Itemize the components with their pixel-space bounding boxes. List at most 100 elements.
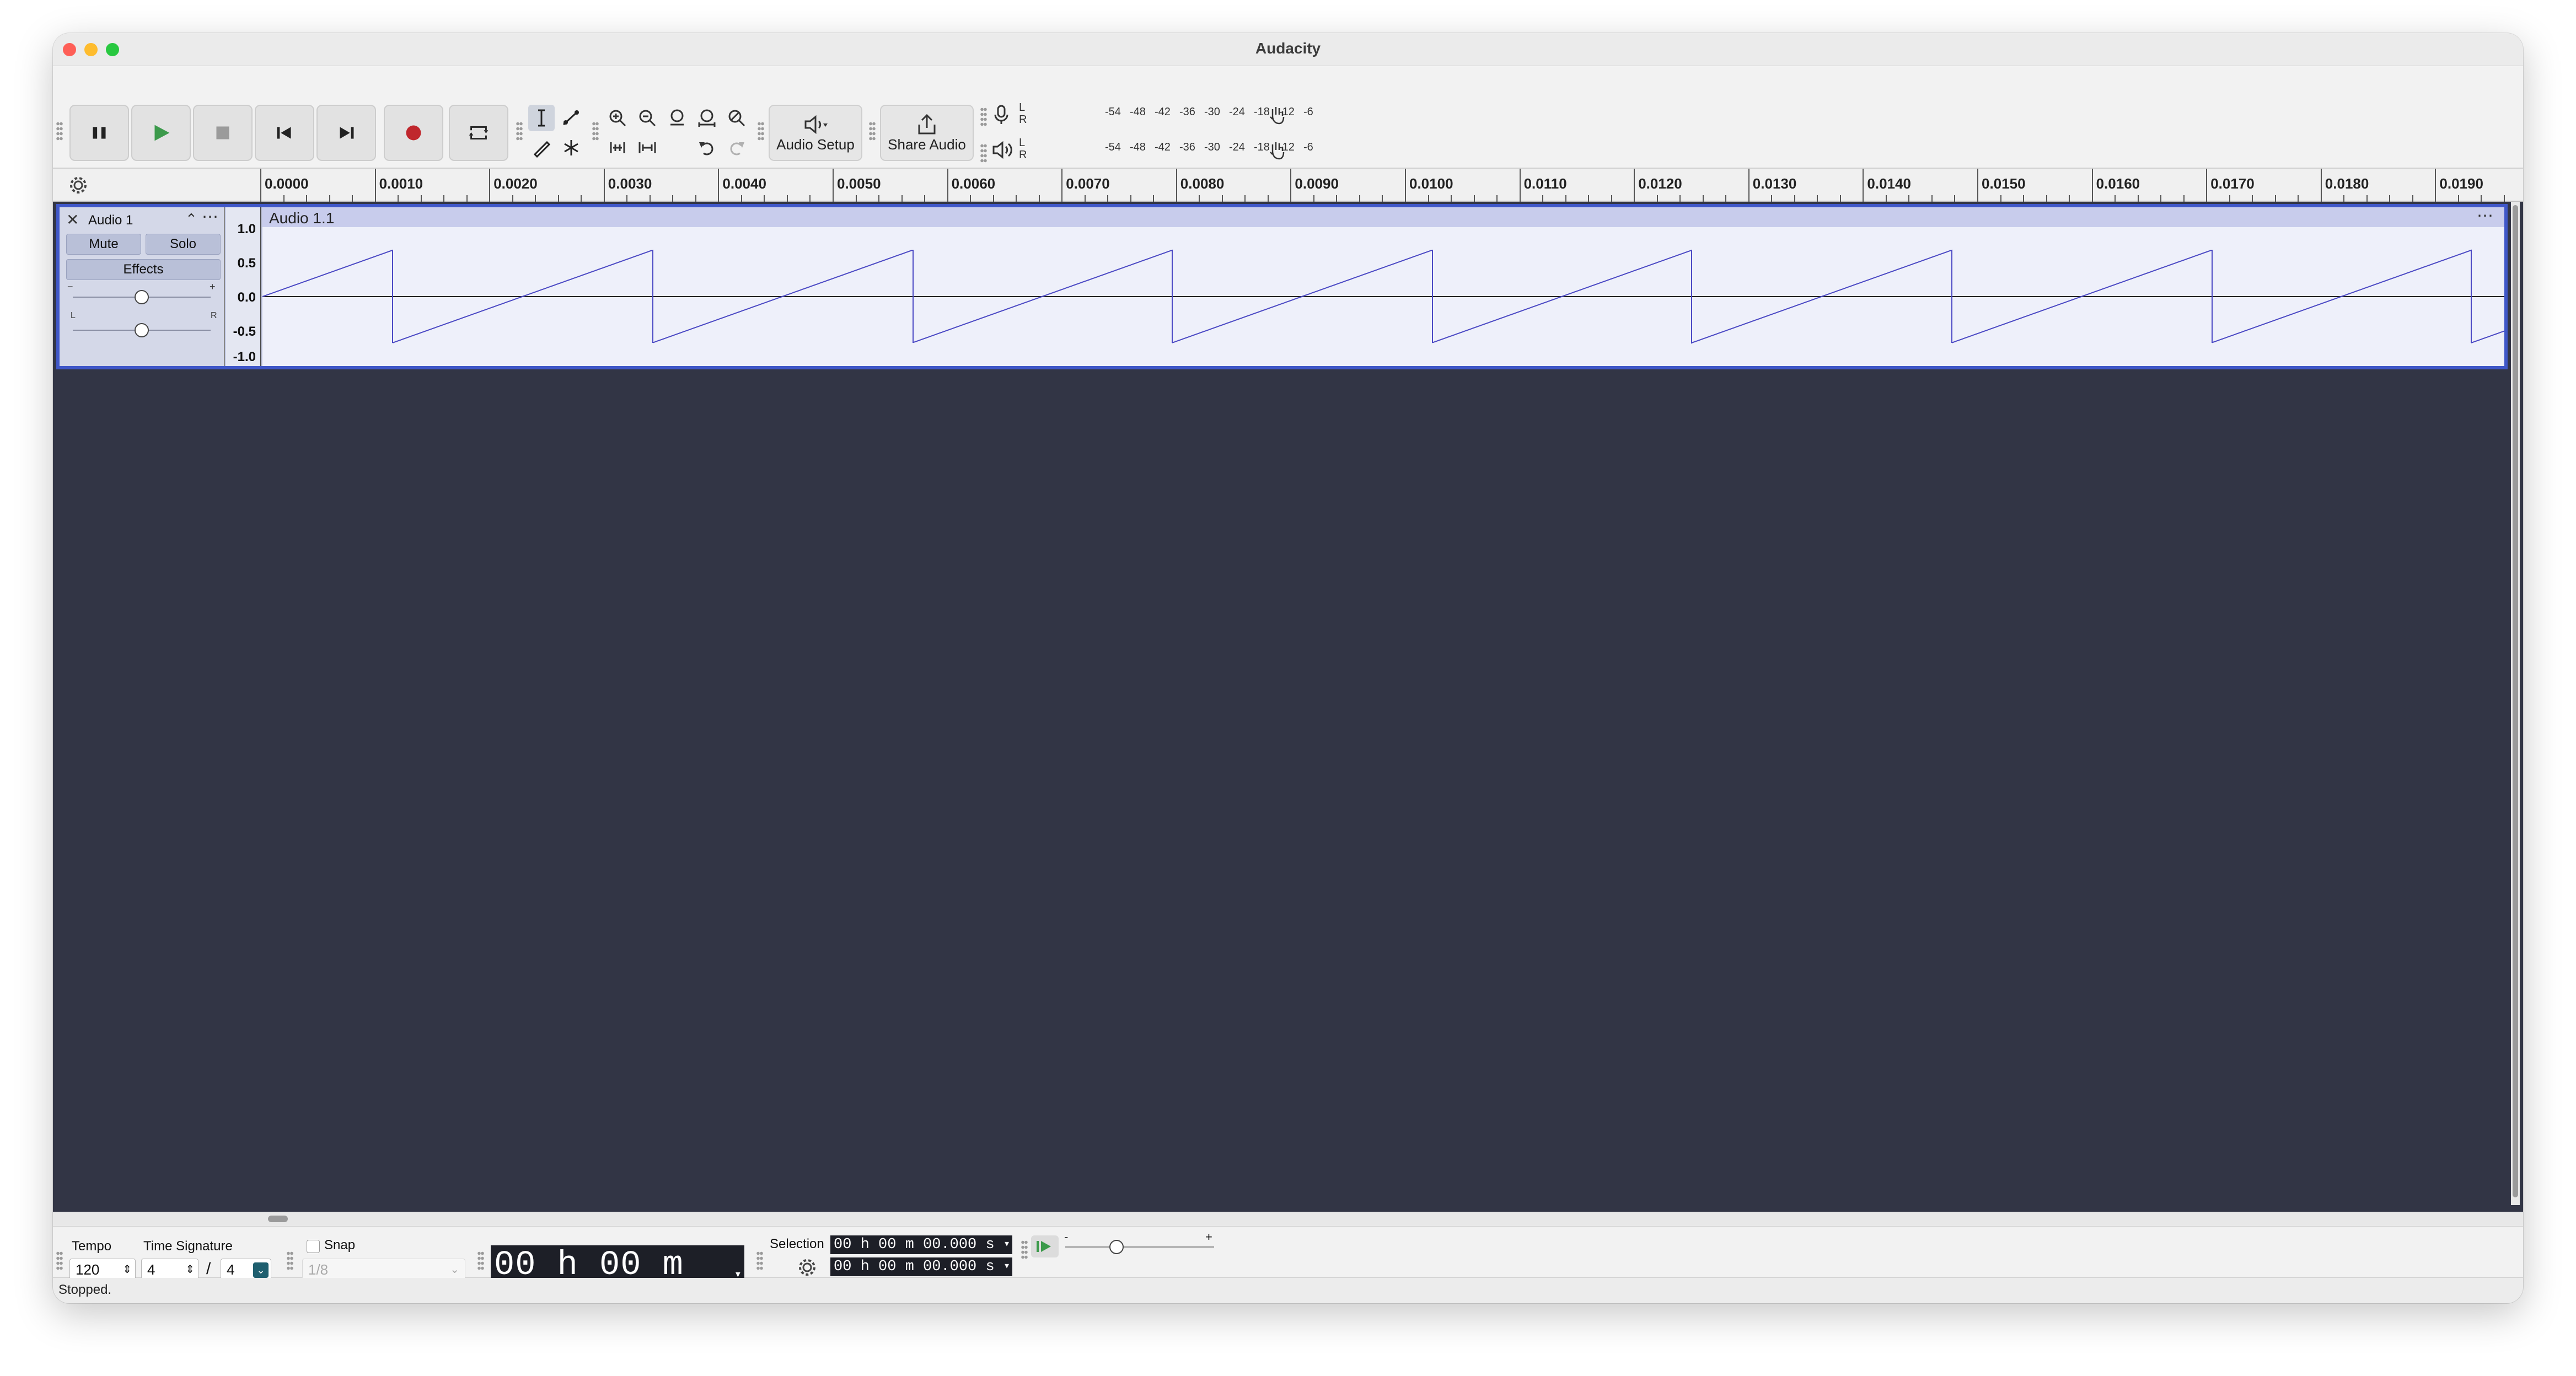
- tempo-stepper-icon[interactable]: ⇕: [122, 1259, 132, 1280]
- selection-end[interactable]: 00 h 00 m 00.000 s ▾: [830, 1257, 1012, 1276]
- skip-to-start-button[interactable]: [255, 105, 314, 161]
- envelope-tool[interactable]: [558, 105, 584, 131]
- zoom-out-button[interactable]: [634, 105, 661, 131]
- tracks-area[interactable]: ✕ Audio 1 ⌃ ⋯ Mute Solo Effects − + L R: [53, 202, 2523, 1212]
- clip-header[interactable]: Audio 1.1 ⋯: [262, 207, 2504, 227]
- solo-button[interactable]: Solo: [146, 234, 221, 255]
- clip-menu-icon[interactable]: ⋯: [2477, 206, 2493, 225]
- play-at-speed-grip[interactable]: [1021, 1240, 1028, 1260]
- playback-speed-slider[interactable]: [1065, 1240, 1214, 1254]
- track-menu-icon[interactable]: ⋯: [202, 207, 218, 227]
- collapse-track-icon[interactable]: ⌃: [185, 211, 197, 228]
- ruler-major-tick: [260, 169, 261, 202]
- time-signature-grip[interactable]: [56, 1251, 63, 1271]
- amplitude-scale[interactable]: 1.0 0.5 0.0 -0.5 -1.0: [226, 207, 261, 366]
- ruler-minor-tick: [466, 195, 468, 202]
- i-beam-icon: [538, 109, 545, 127]
- record-button[interactable]: [384, 105, 443, 161]
- silence-audio-button[interactable]: [634, 135, 661, 161]
- record-meter-grip[interactable]: [980, 107, 987, 127]
- time-signature-numerator[interactable]: 4 ⇕: [141, 1259, 198, 1281]
- pause-button[interactable]: [69, 105, 129, 161]
- undo-button[interactable]: [694, 135, 720, 161]
- playback-meter-button[interactable]: [990, 138, 1015, 162]
- zoom-toggle-button[interactable]: [723, 105, 750, 131]
- stop-button[interactable]: [193, 105, 253, 161]
- gain-slider-knob[interactable]: [135, 290, 149, 304]
- horizontal-scrollbar[interactable]: [53, 1212, 2523, 1226]
- playback-meter-grip[interactable]: [980, 143, 987, 163]
- effects-button[interactable]: Effects: [66, 259, 221, 280]
- audio-setup-label: Audio Setup: [776, 136, 855, 153]
- ruler-minor-tick: [1038, 195, 1040, 202]
- pan-left-label: L: [71, 311, 76, 320]
- play-button[interactable]: [131, 105, 191, 161]
- ruler-minor-tick: [764, 195, 765, 202]
- playback-meter-lr: LR: [1019, 137, 1027, 161]
- hand-icon: [1270, 107, 1285, 125]
- audio-track[interactable]: ✕ Audio 1 ⌃ ⋯ Mute Solo Effects − + L R: [56, 204, 2508, 369]
- ruler-label: 0.0010: [379, 175, 423, 192]
- mute-button[interactable]: Mute: [66, 234, 141, 255]
- vertical-scrollbar[interactable]: [2511, 202, 2520, 1205]
- snap-grip[interactable]: [287, 1251, 293, 1271]
- audio-setup-button[interactable]: Audio Setup: [769, 105, 862, 161]
- ruler-minor-tick: [626, 195, 628, 202]
- ruler-minor-tick: [2343, 195, 2345, 202]
- vertical-scroll-thumb[interactable]: [2513, 205, 2518, 1197]
- draw-tool[interactable]: [528, 135, 555, 161]
- time-display-grip[interactable]: [477, 1251, 484, 1271]
- play-at-speed-button[interactable]: [1031, 1235, 1059, 1257]
- denominator-dropdown-icon[interactable]: ⌄: [253, 1262, 269, 1278]
- playback-meter-hand-button[interactable]: [1266, 138, 1288, 162]
- close-track-icon[interactable]: ✕: [66, 211, 79, 229]
- track-control-panel[interactable]: ✕ Audio 1 ⌃ ⋯ Mute Solo Effects − + L R: [60, 207, 225, 366]
- waveform[interactable]: [262, 227, 2504, 366]
- tempo-input[interactable]: 120 ⇕: [69, 1259, 136, 1281]
- ruler-minor-tick: [1107, 195, 1109, 202]
- record-meter-button[interactable]: [990, 103, 1012, 127]
- ruler-minor-tick: [1244, 195, 1246, 202]
- timeline-ruler[interactable]: 0.0000 0.0010 0.0020 0.0030 0.0040 0.0050 0.00…: [53, 169, 2523, 202]
- audio-clip[interactable]: Audio 1.1 ⋯: [262, 207, 2504, 366]
- ruler-major-tick: [1634, 169, 1635, 202]
- share-audio-button[interactable]: Share Audio: [880, 105, 974, 161]
- edit-toolbar-grip[interactable]: [592, 121, 599, 141]
- fit-project-button[interactable]: [694, 105, 720, 131]
- record-meter-hand-button[interactable]: [1266, 103, 1288, 127]
- snap-dropdown-icon[interactable]: ⌄: [450, 1259, 459, 1280]
- gain-slider[interactable]: [73, 290, 211, 304]
- pan-slider-knob[interactable]: [135, 323, 149, 337]
- selection-tool[interactable]: [528, 105, 555, 131]
- ruler-minor-tick: [1451, 195, 1452, 202]
- ruler-label: 0.0180: [2325, 175, 2369, 192]
- selection-grip[interactable]: [756, 1251, 763, 1271]
- selection-start-dropdown-icon[interactable]: ▾: [1003, 1235, 1010, 1254]
- ruler-label: 0.0060: [951, 175, 996, 192]
- numerator-stepper-icon[interactable]: ⇕: [185, 1259, 195, 1280]
- multi-tool[interactable]: [558, 135, 584, 161]
- loop-button[interactable]: [449, 105, 508, 161]
- tools-toolbar-grip[interactable]: [516, 121, 523, 141]
- track-name[interactable]: Audio 1: [88, 213, 133, 228]
- selection-end-dropdown-icon[interactable]: ▾: [1003, 1257, 1010, 1276]
- clip-name[interactable]: Audio 1.1: [269, 209, 334, 227]
- selection-start[interactable]: 00 h 00 m 00.000 s ▾: [830, 1235, 1012, 1254]
- pan-slider[interactable]: [73, 323, 211, 337]
- share-audio-grip[interactable]: [869, 121, 876, 141]
- skip-to-end-button[interactable]: [316, 105, 376, 161]
- audio-setup-grip[interactable]: [758, 121, 764, 141]
- gain-minus-label: −: [67, 281, 73, 292]
- time-signature-denominator[interactable]: 4 ⌄: [221, 1259, 271, 1281]
- selection-settings-button[interactable]: [795, 1255, 819, 1280]
- playback-speed-knob[interactable]: [1109, 1240, 1124, 1254]
- pause-icon: [93, 127, 106, 139]
- transport-toolbar-grip[interactable]: [56, 121, 63, 141]
- horizontal-scroll-thumb[interactable]: [268, 1216, 288, 1222]
- redo-button[interactable]: [723, 135, 750, 161]
- snap-checkbox[interactable]: [307, 1240, 320, 1253]
- zoom-in-button[interactable]: [604, 105, 631, 131]
- trim-audio-button[interactable]: [604, 135, 631, 161]
- snap-select[interactable]: 1/8 ⌄: [302, 1259, 465, 1281]
- fit-selection-button[interactable]: [664, 105, 690, 131]
